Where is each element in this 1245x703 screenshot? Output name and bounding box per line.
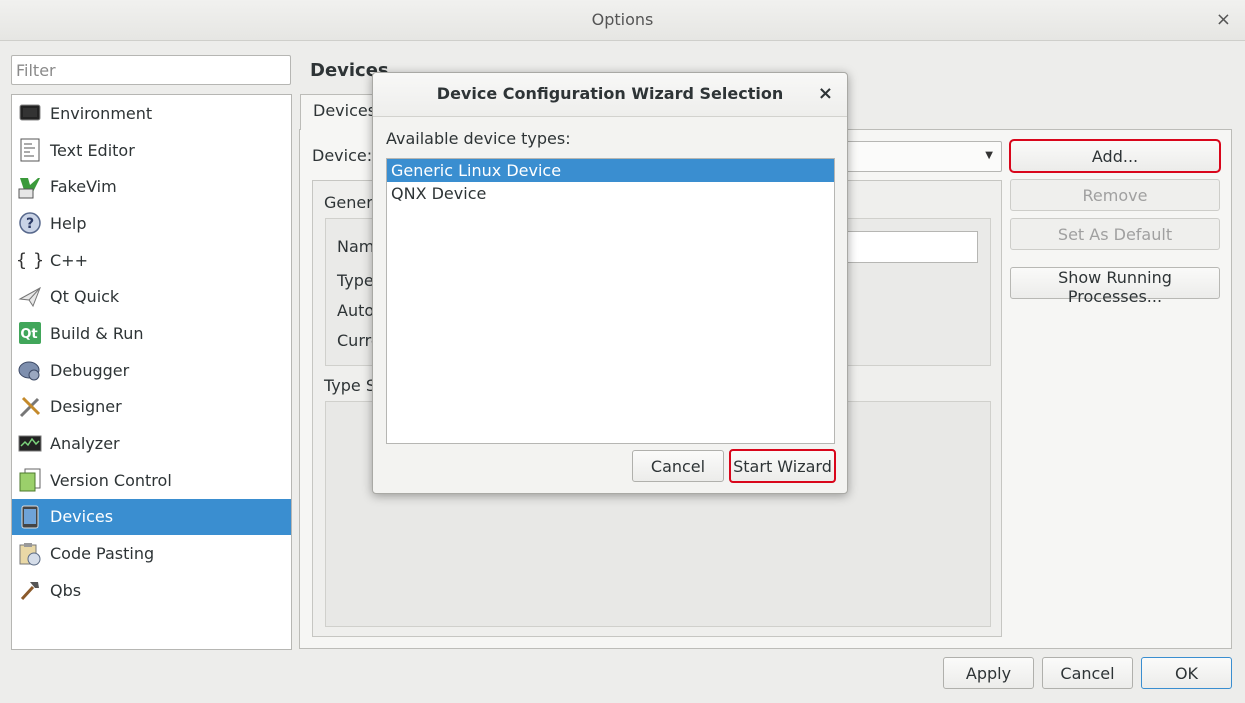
version-control-icon bbox=[18, 468, 42, 492]
window-title: Options bbox=[591, 10, 654, 29]
category-label: Devices bbox=[50, 507, 114, 527]
chevron-down-icon: ▼ bbox=[985, 150, 993, 161]
category-qt-quick[interactable]: Qt Quick bbox=[12, 278, 291, 315]
category-label: Version Control bbox=[50, 470, 172, 490]
category-label: C++ bbox=[50, 250, 88, 270]
category-label: Analyzer bbox=[50, 434, 120, 454]
category-label: Help bbox=[50, 213, 87, 233]
ok-button[interactable]: OK bbox=[1141, 657, 1232, 689]
set-as-default-button[interactable]: Set As Default bbox=[1010, 218, 1220, 250]
category-label: Build & Run bbox=[50, 323, 144, 343]
apply-button[interactable]: Apply bbox=[943, 657, 1034, 689]
category-help[interactable]: ? Help bbox=[12, 205, 291, 242]
wizard-selection-dialog: Device Configuration Wizard Selection × … bbox=[372, 72, 848, 494]
dialog-cancel-button[interactable]: Cancel bbox=[632, 450, 724, 482]
dialog-titlebar: Device Configuration Wizard Selection × bbox=[373, 73, 847, 117]
type-specific-label: Type S bbox=[324, 376, 376, 395]
filter-input[interactable] bbox=[12, 56, 290, 84]
auto-label: Auto bbox=[337, 301, 375, 320]
category-list[interactable]: Environment Text Editor FakeVim ? Help {… bbox=[11, 94, 292, 650]
dialog-title: Device Configuration Wizard Selection bbox=[436, 84, 784, 103]
name-label: Nam bbox=[337, 237, 375, 256]
category-label: Qbs bbox=[50, 580, 82, 600]
category-analyzer[interactable]: Analyzer bbox=[12, 425, 291, 462]
category-devices[interactable]: Devices bbox=[12, 498, 291, 536]
code-pasting-icon bbox=[18, 542, 42, 566]
help-icon: ? bbox=[18, 211, 42, 235]
category-text-editor[interactable]: Text Editor bbox=[12, 132, 291, 169]
category-environment[interactable]: Environment bbox=[12, 95, 291, 132]
remove-button[interactable]: Remove bbox=[1010, 179, 1220, 211]
hammer-icon bbox=[18, 578, 42, 602]
category-label: FakeVim bbox=[50, 177, 117, 197]
category-code-pasting[interactable]: Code Pasting bbox=[12, 535, 291, 572]
analyzer-icon bbox=[18, 432, 42, 456]
monitor-icon bbox=[18, 101, 42, 125]
category-version-control[interactable]: Version Control bbox=[12, 462, 291, 499]
svg-text:?: ? bbox=[26, 216, 34, 232]
fakevim-icon bbox=[18, 175, 42, 199]
device-type-item-qnx[interactable]: QNX Device bbox=[387, 182, 834, 205]
device-label: Device: bbox=[312, 146, 373, 165]
category-build-run[interactable]: Qt Build & Run bbox=[12, 315, 291, 352]
category-designer[interactable]: Designer bbox=[12, 389, 291, 426]
category-label: Debugger bbox=[50, 360, 130, 380]
dialog-close-button[interactable]: × bbox=[818, 83, 833, 104]
device-type-item-generic-linux[interactable]: Generic Linux Device bbox=[387, 159, 834, 182]
category-label: Code Pasting bbox=[50, 544, 155, 564]
window-titlebar: Options × bbox=[0, 0, 1245, 41]
category-label: Environment bbox=[50, 103, 153, 123]
qt-build-icon: Qt bbox=[18, 321, 42, 345]
show-running-processes-button[interactable]: Show Running Processes... bbox=[1010, 267, 1220, 306]
category-label: Qt Quick bbox=[50, 287, 120, 307]
debugger-icon bbox=[18, 358, 42, 382]
add-button[interactable]: Add... bbox=[1009, 139, 1221, 173]
cancel-button[interactable]: Cancel bbox=[1042, 657, 1133, 689]
filter-field[interactable] bbox=[11, 55, 291, 85]
start-wizard-button[interactable]: Start Wizard bbox=[729, 449, 836, 483]
braces-icon: { } bbox=[18, 248, 42, 272]
device-type-list[interactable]: Generic Linux Device QNX Device bbox=[386, 158, 835, 444]
category-label: Text Editor bbox=[50, 140, 135, 160]
device-icon bbox=[18, 505, 42, 529]
type-label: Type bbox=[337, 271, 374, 290]
category-debugger[interactable]: Debugger bbox=[12, 352, 291, 389]
category-label: Designer bbox=[50, 397, 122, 417]
svg-text:{ }: { } bbox=[18, 250, 42, 271]
available-device-types-label: Available device types: bbox=[386, 129, 571, 148]
svg-text:Qt: Qt bbox=[20, 327, 37, 342]
paper-plane-icon bbox=[18, 285, 42, 309]
category-fakevim[interactable]: FakeVim bbox=[12, 168, 291, 205]
designer-icon bbox=[18, 395, 42, 419]
category-cpp[interactable]: { } C++ bbox=[12, 242, 291, 279]
category-qbs[interactable]: Qbs bbox=[12, 572, 291, 609]
window-close-button[interactable]: × bbox=[1216, 9, 1231, 30]
text-editor-icon bbox=[18, 138, 42, 162]
